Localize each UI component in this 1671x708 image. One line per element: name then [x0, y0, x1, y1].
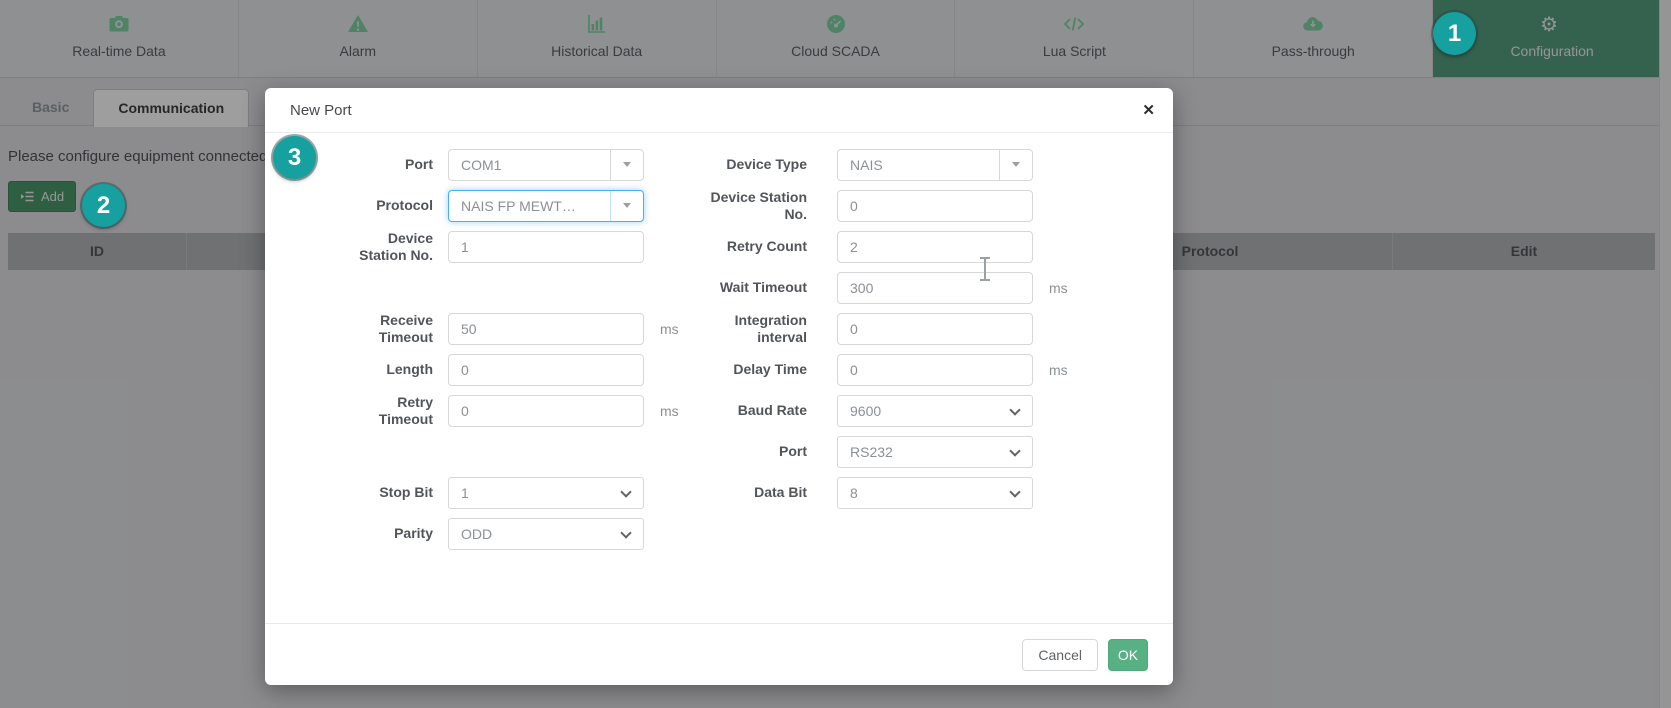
form-row: Protocol NAIS FP MEWT… Device Station No… — [265, 185, 1173, 226]
chevron-down-icon — [620, 485, 632, 498]
form-row: Wait Timeout ms — [265, 267, 1173, 308]
ms-suffix: ms — [660, 402, 679, 419]
integration-interval-label: Integration interval — [734, 311, 807, 345]
ibeam-cursor — [979, 257, 991, 281]
dialog-title: New Port — [290, 102, 352, 119]
dialog-footer: Cancel OK — [265, 623, 1173, 685]
form-row: Parity ODD — [265, 513, 1173, 554]
data-bit-label: Data Bit — [754, 484, 807, 500]
protocol-label: Protocol — [376, 197, 433, 213]
device-type-combobox[interactable]: NAIS — [837, 148, 1033, 181]
form-row: Receive Timeout ms Integration interval — [265, 308, 1173, 349]
caret-down-icon — [623, 162, 631, 167]
stop-bit-label: Stop Bit — [379, 484, 433, 500]
device-station-no-label: Device Station No. — [359, 229, 433, 263]
dialog-header: New Port ✕ — [265, 88, 1173, 133]
stop-bit-select[interactable]: 1 — [448, 476, 644, 509]
device-station-no-input[interactable] — [837, 189, 1033, 222]
delay-time-input[interactable] — [837, 353, 1033, 386]
device-station-no-label: Device Station No. — [710, 188, 807, 222]
chevron-down-icon — [1009, 485, 1021, 498]
port-combobox[interactable]: COM1 — [448, 148, 644, 181]
chevron-down-icon — [1009, 444, 1021, 457]
data-bit-select[interactable]: 8 — [837, 476, 1033, 509]
receive-timeout-label: Receive Timeout — [378, 311, 433, 345]
protocol-combobox[interactable]: NAIS FP MEWT… — [448, 189, 644, 222]
device-type-label: Device Type — [726, 156, 807, 172]
retry-count-label: Retry Count — [726, 238, 807, 254]
dialog-form: Port COM1 Device Type NAIS Protocol NAIS… — [265, 133, 1173, 554]
annotation-badge-1: 1 — [1433, 12, 1476, 55]
annotation-badge-2: 2 — [82, 184, 125, 227]
ms-suffix: ms — [1049, 361, 1068, 378]
retry-count-input[interactable] — [837, 230, 1033, 263]
port-select[interactable]: RS232 — [837, 435, 1033, 468]
form-row: Port COM1 Device Type NAIS — [265, 144, 1173, 185]
baud-rate-select[interactable]: 9600 — [837, 394, 1033, 427]
retry-timeout-input[interactable] — [448, 394, 644, 427]
length-input[interactable] — [448, 353, 644, 386]
wait-timeout-input[interactable] — [837, 271, 1033, 304]
cancel-button[interactable]: Cancel — [1022, 638, 1098, 671]
delay-time-label: Delay Time — [733, 361, 807, 377]
device-station-no-input[interactable] — [448, 230, 644, 263]
baud-rate-label: Baud Rate — [737, 402, 807, 418]
ms-suffix: ms — [1049, 279, 1068, 296]
chevron-down-icon — [1009, 403, 1021, 416]
close-icon[interactable]: ✕ — [1142, 88, 1155, 133]
form-row: Retry Timeout ms Baud Rate 9600 — [265, 390, 1173, 431]
caret-down-icon — [1012, 162, 1020, 167]
annotation-badge-3: 3 — [273, 136, 316, 179]
caret-down-icon — [623, 203, 631, 208]
chevron-down-icon — [620, 526, 632, 539]
form-row: Length Delay Time ms — [265, 349, 1173, 390]
ms-suffix: ms — [660, 320, 679, 337]
form-row: Device Station No. Retry Count — [265, 226, 1173, 267]
parity-label: Parity — [394, 525, 433, 541]
form-row: Port RS232 — [265, 431, 1173, 472]
port-label: Port — [779, 443, 807, 459]
integration-interval-input[interactable] — [837, 312, 1033, 345]
form-row: Stop Bit 1 Data Bit 8 — [265, 472, 1173, 513]
retry-timeout-label: Retry Timeout — [378, 393, 433, 427]
ok-button[interactable]: OK — [1108, 638, 1148, 671]
length-label: Length — [386, 361, 433, 377]
wait-timeout-label: Wait Timeout — [719, 279, 807, 295]
new-port-dialog: New Port ✕ Port COM1 Device Type NAIS Pr… — [265, 88, 1173, 685]
parity-select[interactable]: ODD — [448, 517, 644, 550]
receive-timeout-input[interactable] — [448, 312, 644, 345]
port-label: Port — [405, 156, 433, 172]
